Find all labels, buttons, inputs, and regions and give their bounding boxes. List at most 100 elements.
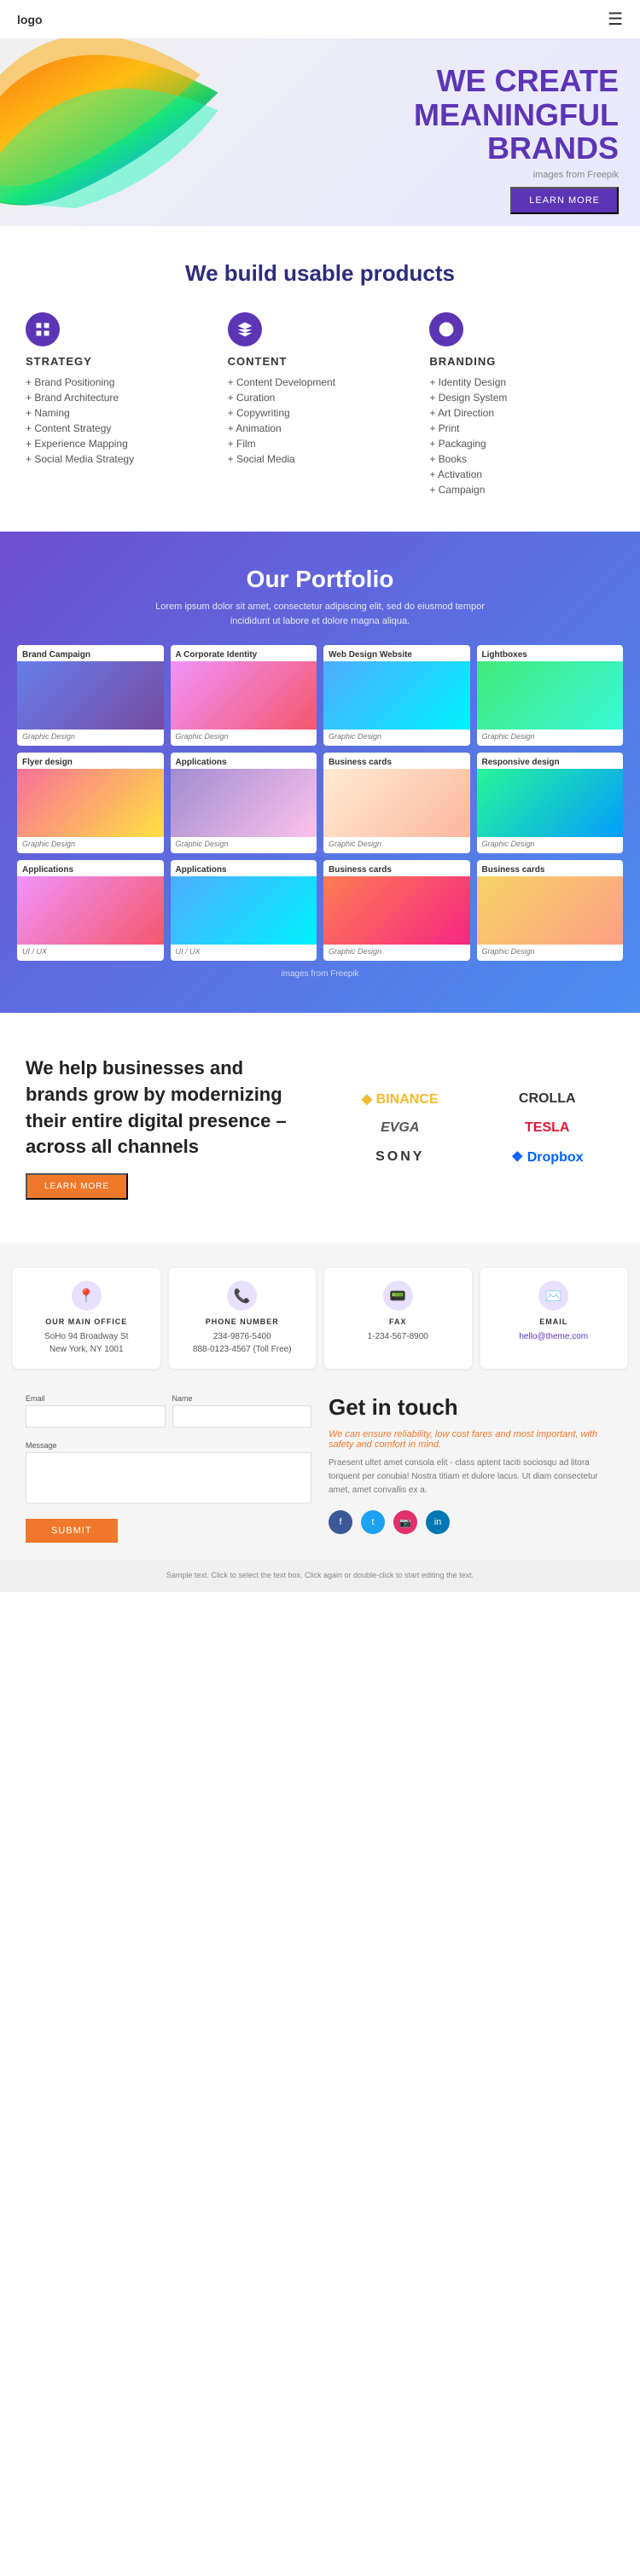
card-title-9: Applications (171, 860, 317, 876)
list-item: Naming (26, 405, 211, 421)
facebook-icon[interactable]: f (329, 1510, 352, 1534)
card-category-9: UI / UX (171, 945, 317, 961)
card-category-1: Graphic Design (171, 730, 317, 746)
card-title-11: Business cards (477, 860, 624, 876)
list-item: Social Media Strategy (26, 451, 211, 467)
branding-column: BRANDING Identity Design Design System A… (429, 312, 614, 497)
phone-value: 234-9876-5400888-0123-4567 (Toll Free) (177, 1330, 308, 1356)
email-icon: ✉️ (538, 1281, 568, 1311)
email-link[interactable]: hello@theme.com (519, 1332, 588, 1341)
card-category-11: Graphic Design (477, 945, 624, 961)
touch-description: We can ensure reliability, low cost fare… (329, 1429, 614, 1450)
twitter-icon[interactable]: t (361, 1510, 385, 1534)
content-icon (228, 312, 262, 346)
list-item: Campaign (429, 482, 614, 497)
card-title-3: Lightboxes (477, 645, 624, 661)
list-item: Print (429, 421, 614, 436)
list-item: Packaging (429, 436, 614, 451)
portfolio-freepik: images from Freepik (17, 969, 623, 979)
contact-fax-card: 📟 FAX 1-234-567-8900 (324, 1268, 472, 1369)
contact-phone-card: 📞 PHONE NUMBER 234-9876-5400888-0123-456… (169, 1268, 317, 1369)
portfolio-card-7[interactable]: Responsive design Graphic Design (477, 753, 624, 853)
email-input[interactable] (26, 1405, 166, 1428)
card-category-7: Graphic Design (477, 837, 624, 853)
strategy-list: Brand Positioning Brand Architecture Nam… (26, 375, 211, 467)
list-item: Identity Design (429, 375, 614, 390)
card-img-1 (171, 661, 317, 730)
portfolio-section: Our Portfolio Lorem ipsum dolor sit amet… (0, 532, 640, 1013)
list-item: Books (429, 451, 614, 467)
message-field-label: Message (26, 1441, 311, 1450)
hero-title: WE CREATE MEANINGFUL BRANDS (0, 64, 619, 166)
card-img-5 (171, 769, 317, 837)
contact-form: Email Name Message SUBMIT (26, 1394, 311, 1543)
brands-section: We help businesses and brands grow by mo… (0, 1013, 640, 1242)
touch-body: Praesent ultet amet consola elit - class… (329, 1457, 614, 1497)
content-title: CONTENT (228, 355, 413, 368)
strategy-title: STRATEGY (26, 355, 211, 368)
list-item: Curation (228, 390, 413, 405)
branding-icon (429, 312, 463, 346)
portfolio-card-10[interactable]: Business cards Graphic Design (323, 860, 470, 961)
email-label: EMAIL (489, 1317, 620, 1326)
list-item: Animation (228, 421, 413, 436)
portfolio-card-11[interactable]: Business cards Graphic Design (477, 860, 624, 961)
location-icon: 📍 (72, 1281, 102, 1311)
name-group: Name (172, 1394, 312, 1428)
portfolio-card-5[interactable]: Applications Graphic Design (171, 753, 317, 853)
card-img-4 (17, 769, 164, 837)
portfolio-card-4[interactable]: Flyer design Graphic Design (17, 753, 164, 853)
list-item: Social Media (228, 451, 413, 467)
touch-title: Get in touch (329, 1394, 614, 1421)
list-item: Content Strategy (26, 421, 211, 436)
submit-button[interactable]: SUBMIT (26, 1519, 118, 1543)
portfolio-card-9[interactable]: Applications UI / UX (171, 860, 317, 961)
portfolio-card-1[interactable]: A Corporate Identity Graphic Design (171, 645, 317, 746)
list-item: Activation (429, 467, 614, 482)
card-title-4: Flyer design (17, 753, 164, 769)
instagram-icon[interactable]: 📷 (393, 1510, 417, 1534)
card-img-3 (477, 661, 624, 730)
card-img-10 (323, 876, 470, 945)
portfolio-card-3[interactable]: Lightboxes Graphic Design (477, 645, 624, 746)
brands-text: We help businesses and brands grow by mo… (26, 1055, 307, 1200)
linkedin-icon[interactable]: in (426, 1510, 450, 1534)
message-textarea[interactable] (26, 1452, 311, 1503)
get-in-touch-section: Email Name Message SUBMIT Get in touch W… (13, 1394, 627, 1560)
products-section: We build usable products STRATEGY Brand … (0, 226, 640, 532)
card-img-9 (171, 876, 317, 945)
card-category-5: Graphic Design (171, 837, 317, 853)
list-item: Film (228, 436, 413, 451)
list-item: Design System (429, 390, 614, 405)
card-title-2: Web Design Website (323, 645, 470, 661)
portfolio-card-6[interactable]: Business cards Graphic Design (323, 753, 470, 853)
brand-evga: EVGA (333, 1120, 468, 1136)
binance-diamond-icon: ◆ (362, 1092, 376, 1107)
portfolio-card-8[interactable]: Applications UI / UX (17, 860, 164, 961)
list-item: Content Development (228, 375, 413, 390)
strategy-icon (26, 312, 60, 346)
portfolio-card-2[interactable]: Web Design Website Graphic Design (323, 645, 470, 746)
portfolio-card-0[interactable]: Brand Campaign Graphic Design (17, 645, 164, 746)
card-category-8: UI / UX (17, 945, 164, 961)
phone-label: PHONE NUMBER (177, 1317, 308, 1326)
list-item: Brand Architecture (26, 390, 211, 405)
footer: Sample text. Click to select the text bo… (0, 1560, 640, 1592)
hamburger-menu[interactable]: ☰ (608, 9, 623, 30)
email-group: Email (26, 1394, 166, 1428)
name-field-label: Name (172, 1394, 312, 1403)
hero-text-block: WE CREATE MEANINGFUL BRANDS images from … (0, 38, 640, 223)
card-img-0 (17, 661, 164, 730)
contact-office-card: 📍 OUR MAIN OFFICE SoHo 94 Broadway StNew… (13, 1268, 160, 1369)
card-category-6: Graphic Design (323, 837, 470, 853)
card-img-8 (17, 876, 164, 945)
name-input[interactable] (172, 1405, 312, 1428)
content-list: Content Development Curation Copywriting… (228, 375, 413, 467)
brands-logos-grid: ◆ BINANCE CROLLA EVGA TESLA SONY ❖ Dropb… (333, 1090, 614, 1166)
card-title-1: A Corporate Identity (171, 645, 317, 661)
brands-learn-more-button[interactable]: LEARN MORE (26, 1173, 128, 1200)
hero-learn-more-button[interactable]: LEARN MORE (510, 187, 619, 214)
brands-heading: We help businesses and brands grow by mo… (26, 1055, 307, 1160)
card-title-8: Applications (17, 860, 164, 876)
card-img-2 (323, 661, 470, 730)
